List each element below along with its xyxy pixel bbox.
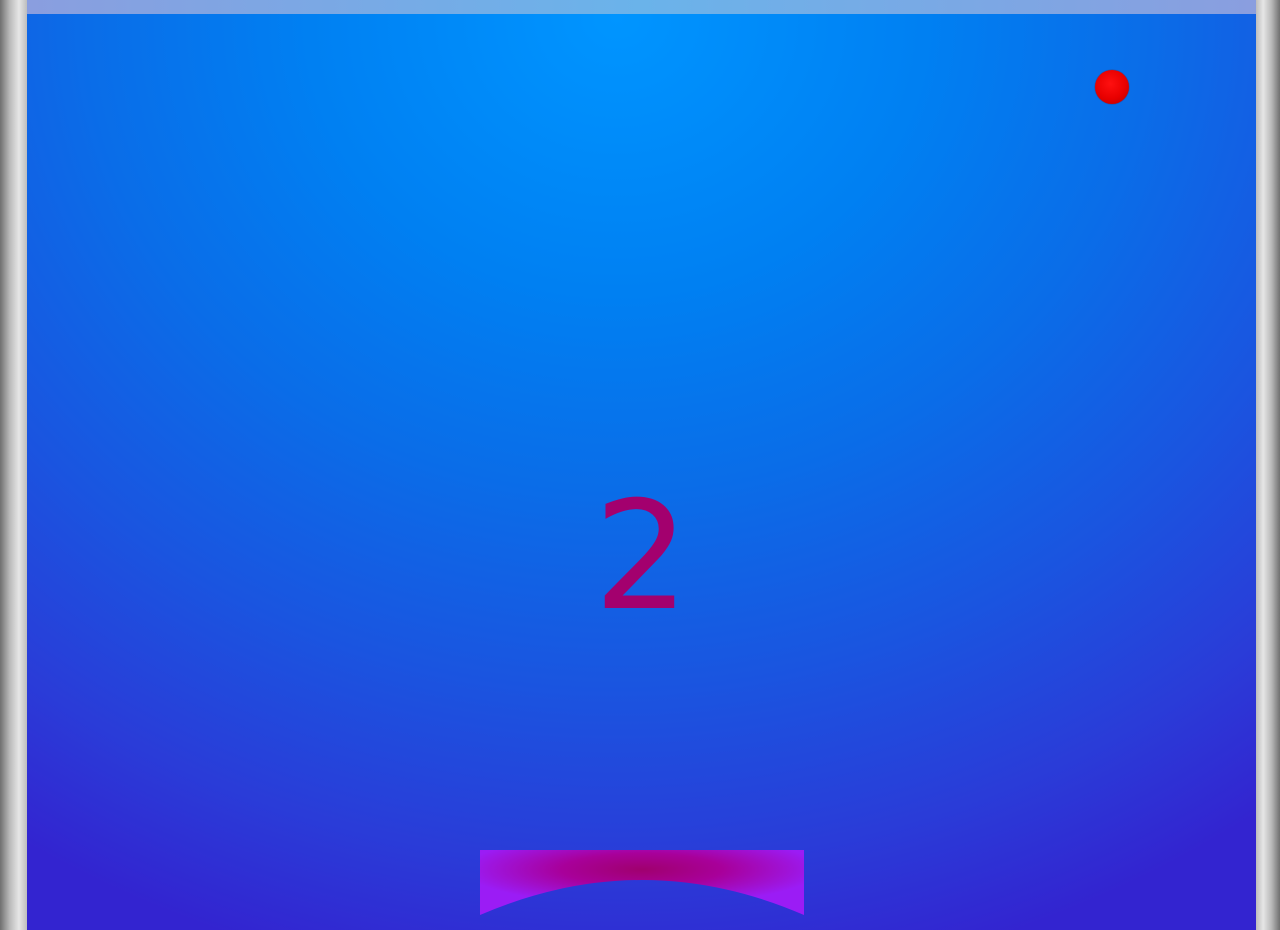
left-wall xyxy=(0,0,27,930)
playfield[interactable]: 2 xyxy=(27,0,1256,930)
game-frame: 2 xyxy=(0,0,1280,930)
ball-icon xyxy=(1095,70,1129,104)
paddle-icon[interactable] xyxy=(480,850,804,915)
top-wall xyxy=(27,0,1256,14)
score-display: 2 xyxy=(593,470,690,644)
right-wall xyxy=(1256,0,1280,930)
